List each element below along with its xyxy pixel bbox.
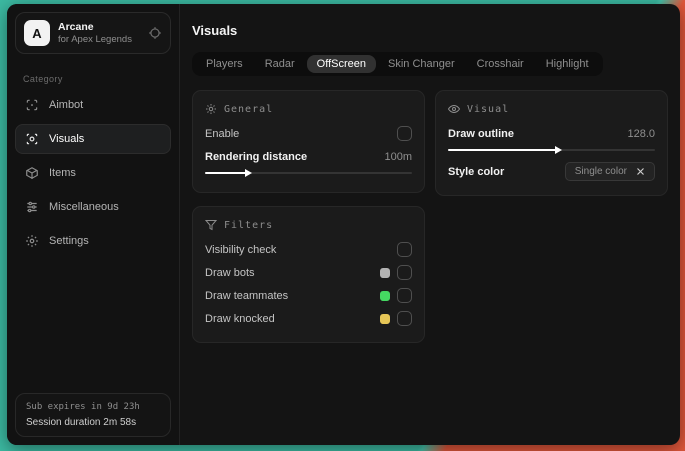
sidebar-item-visuals[interactable]: Visuals bbox=[15, 124, 171, 154]
funnel-icon bbox=[205, 219, 217, 231]
close-icon[interactable] bbox=[636, 167, 645, 176]
style-color-row: Style color Single color bbox=[448, 161, 655, 182]
color-swatch[interactable] bbox=[380, 313, 390, 324]
draw-outline-label: Draw outline bbox=[448, 127, 515, 140]
slider-fill-arrow bbox=[448, 146, 562, 154]
sidebar-nav: Aimbot Visuals Items Miscellaneous Setti… bbox=[7, 88, 179, 258]
enable-checkbox[interactable] bbox=[397, 126, 412, 141]
enable-row: Enable bbox=[205, 123, 412, 144]
general-panel-header: General bbox=[205, 103, 412, 115]
sidebar-item-label: Aimbot bbox=[49, 99, 84, 111]
rendering-distance-row: Rendering distance 100m bbox=[205, 146, 412, 167]
rendering-distance-value: 100m bbox=[384, 150, 412, 163]
sun-gear-icon bbox=[205, 103, 217, 115]
session-duration-text: Session duration 2m 58s bbox=[26, 417, 137, 428]
tab-highlight[interactable]: Highlight bbox=[536, 55, 599, 73]
draw-bots-checkbox[interactable] bbox=[397, 265, 412, 280]
sidebar-item-label: Miscellaneous bbox=[49, 201, 119, 213]
draw-knocked-row: Draw knocked bbox=[205, 308, 412, 329]
main-area: Visuals Players Radar OffScreen Skin Cha… bbox=[180, 4, 680, 445]
style-color-label: Style color bbox=[448, 165, 505, 178]
slider-fill-arrow bbox=[205, 169, 253, 177]
app-window: A Arcane for Apex Legends Category Aimbo… bbox=[7, 4, 680, 445]
content-grid: General Enable Rendering distance 100m V… bbox=[192, 90, 668, 343]
draw-knocked-checkbox[interactable] bbox=[397, 311, 412, 326]
filters-panel: Filters Visibility check Draw bots Draw … bbox=[192, 206, 425, 343]
tab-offscreen[interactable]: OffScreen bbox=[306, 55, 376, 73]
category-label: Category bbox=[23, 74, 63, 84]
brand-card: A Arcane for Apex Legends bbox=[15, 12, 171, 54]
visibility-check-label: Visibility check bbox=[205, 243, 277, 256]
sidebar-item-label: Settings bbox=[49, 235, 89, 247]
draw-knocked-controls bbox=[380, 311, 412, 326]
brand-subtitle: for Apex Legends bbox=[58, 33, 132, 45]
sub-expiry-text: Sub expires in 9d 23h bbox=[26, 402, 140, 412]
sidebar-item-settings[interactable]: Settings bbox=[15, 226, 171, 256]
filters-panel-title: Filters bbox=[224, 219, 274, 231]
sidebar-item-miscellaneous[interactable]: Miscellaneous bbox=[15, 192, 171, 222]
page-title: Visuals bbox=[192, 23, 238, 38]
subscription-card: Sub expires in 9d 23h Session duration 2… bbox=[15, 393, 171, 437]
focus-eye-icon bbox=[25, 132, 39, 146]
sidebar-item-items[interactable]: Items bbox=[15, 158, 171, 188]
crosshair-target-icon[interactable] bbox=[148, 26, 162, 40]
visibility-check-checkbox[interactable] bbox=[397, 242, 412, 257]
tab-skin-changer[interactable]: Skin Changer bbox=[378, 55, 465, 73]
filters-panel-header: Filters bbox=[205, 219, 412, 231]
draw-teammates-label: Draw teammates bbox=[205, 289, 289, 302]
general-panel-title: General bbox=[224, 103, 274, 115]
draw-knocked-label: Draw knocked bbox=[205, 312, 275, 325]
visibility-check-row: Visibility check bbox=[205, 239, 412, 260]
color-swatch[interactable] bbox=[380, 290, 390, 301]
color-swatch[interactable] bbox=[380, 267, 390, 278]
tab-crosshair[interactable]: Crosshair bbox=[467, 55, 534, 73]
style-color-value: Single color bbox=[574, 166, 627, 177]
visual-panel: Visual Draw outline 128.0 Style color Si… bbox=[435, 90, 668, 196]
tab-players[interactable]: Players bbox=[196, 55, 253, 73]
brand-title: Arcane bbox=[58, 20, 94, 33]
visual-panel-title: Visual bbox=[467, 103, 510, 115]
enable-label: Enable bbox=[205, 127, 240, 140]
rendering-distance-slider[interactable] bbox=[205, 169, 412, 177]
tab-radar[interactable]: Radar bbox=[255, 55, 305, 73]
sidebar-item-label: Visuals bbox=[49, 133, 85, 145]
style-color-select[interactable]: Single color bbox=[564, 162, 655, 181]
rendering-distance-label: Rendering distance bbox=[205, 150, 308, 163]
draw-outline-value: 128.0 bbox=[627, 127, 655, 140]
gear-icon bbox=[25, 234, 39, 248]
brand-logo: A bbox=[24, 20, 50, 46]
draw-outline-slider[interactable] bbox=[448, 146, 655, 154]
tab-bar: Players Radar OffScreen Skin Changer Cro… bbox=[192, 52, 603, 76]
sidebar-item-aimbot[interactable]: Aimbot bbox=[15, 90, 171, 120]
draw-bots-label: Draw bots bbox=[205, 266, 255, 279]
cube-icon bbox=[25, 166, 39, 180]
draw-bots-row: Draw bots bbox=[205, 262, 412, 283]
sidebar-item-label: Items bbox=[49, 167, 76, 179]
draw-outline-row: Draw outline 128.0 bbox=[448, 123, 655, 144]
visual-panel-header: Visual bbox=[448, 103, 655, 115]
general-panel: General Enable Rendering distance 100m bbox=[192, 90, 425, 193]
sidebar: A Arcane for Apex Legends Category Aimbo… bbox=[7, 4, 180, 445]
draw-teammates-checkbox[interactable] bbox=[397, 288, 412, 303]
sliders-icon bbox=[25, 200, 39, 214]
aimbot-scan-icon bbox=[25, 98, 39, 112]
eye-icon bbox=[448, 103, 460, 115]
draw-teammates-controls bbox=[380, 288, 412, 303]
brand-text: Arcane for Apex Legends bbox=[58, 21, 140, 46]
draw-bots-controls bbox=[380, 265, 412, 280]
draw-teammates-row: Draw teammates bbox=[205, 285, 412, 306]
